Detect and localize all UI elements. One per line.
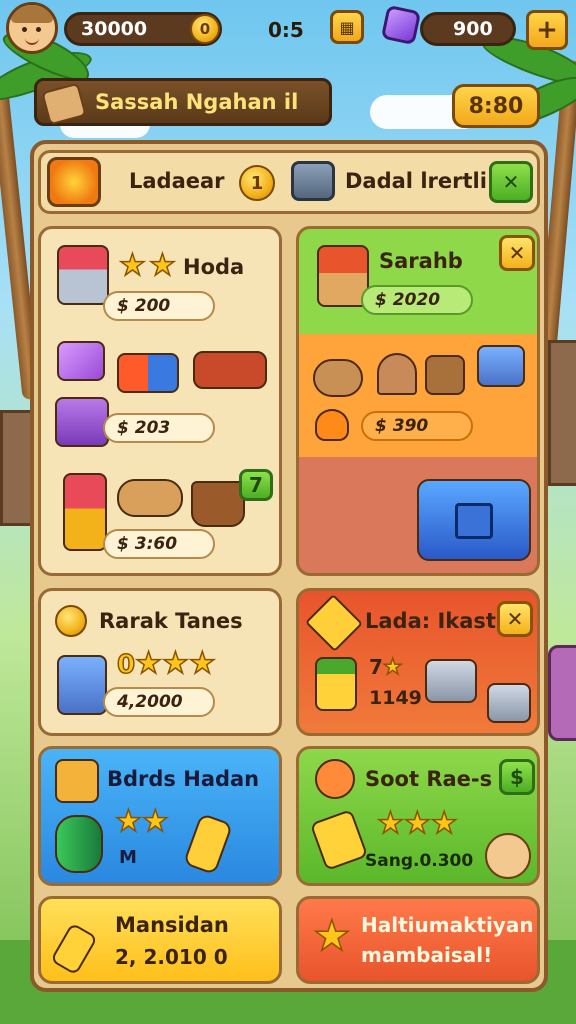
timer-text: 0:5 (268, 18, 304, 42)
cart-icon (291, 161, 335, 201)
fire-icon[interactable] (47, 157, 101, 207)
star-icon: ★ (148, 248, 176, 283)
gem-balance: 900 (420, 12, 516, 46)
soot-stars: ★★★ (376, 806, 458, 841)
haltiu-subtitle: mambaisal! (361, 943, 493, 967)
machine-icon (487, 683, 531, 723)
ladaikast-action-button[interactable]: ✕ (497, 601, 533, 637)
gem-amount: 900 (453, 18, 493, 40)
header-left-label: Ladaear (129, 169, 225, 193)
bag-icon (57, 341, 105, 381)
ladaikast-title: Lada: Ikast (365, 609, 496, 633)
bouquet-icon (63, 473, 107, 551)
ladaikast-value: 1149 (369, 687, 422, 709)
mansidan-value: 2, 2.010 0 (115, 945, 228, 969)
banner-title: Sassah Ngahan il (95, 90, 299, 114)
bowl-icon (315, 759, 355, 799)
scroll-icon (41, 82, 87, 126)
title-banner: Sassah Ngahan il (34, 78, 332, 126)
sarahb-title: Sarahb (379, 249, 463, 273)
mansidan-card[interactable]: Mansidan 2, 2.010 0 (38, 896, 282, 984)
sarahb-price-2[interactable]: $ 390 (361, 411, 473, 441)
hoda-title: Hoda (183, 255, 245, 279)
haltiu-card[interactable]: ★ Haltiumaktiyan mambaisal! (296, 896, 540, 984)
coin-amount: 30000 (81, 18, 148, 40)
rarak-price[interactable]: 4,2000 (103, 687, 215, 717)
pineapple-icon (315, 657, 357, 711)
gem-icon (380, 4, 422, 46)
header-action-button[interactable]: ✕ (489, 161, 533, 203)
ladaikast-card[interactable]: Lada: Ikast ✕ 7★ 1149 (296, 588, 540, 736)
bdrds-title: Bdrds Hadan (107, 767, 260, 791)
bdrds-code: M (119, 847, 137, 868)
crossed-tools-icon (305, 594, 363, 652)
bdrds-stars: ★★ (114, 804, 169, 839)
ladaikast-count: 7★ (369, 655, 403, 680)
sarahb-action-button[interactable]: ✕ (499, 235, 535, 271)
gear-box-icon (477, 345, 525, 387)
add-currency-button[interactable]: + (526, 10, 568, 50)
potion-icon (50, 922, 98, 976)
hoda-card[interactable]: ★ ★ Hoda $ 200 $ 203 7 $ 3:60 (38, 226, 282, 576)
timer-badge[interactable]: 8:80 (452, 84, 540, 128)
mushroom-icon (377, 353, 417, 395)
rarak-title: Rarak Tanes (99, 609, 243, 633)
orange-slice-icon (315, 409, 349, 441)
calendar-icon[interactable]: ▦ (330, 10, 364, 44)
mansidan-title: Mansidan (115, 913, 229, 937)
key-icon (182, 812, 234, 876)
coin-icon: 0 (190, 14, 220, 44)
purse-icon (55, 397, 109, 447)
potato-icon (313, 359, 363, 397)
robot-icon (425, 659, 477, 703)
box-icon (55, 759, 99, 803)
rarak-rating: 0★★★ (116, 646, 216, 681)
boot-icon (191, 481, 245, 527)
padlock-icon (57, 655, 107, 715)
horn-icon (117, 479, 183, 517)
pear-icon (55, 605, 87, 637)
hoda-price-2[interactable]: $ 203 (103, 413, 215, 443)
lantern-icon (55, 815, 103, 873)
sarahb-price-1[interactable]: $ 2020 (361, 285, 473, 315)
haltiu-title: Haltiumaktiyan (361, 913, 534, 937)
blocks-icon (117, 353, 179, 393)
star-icon: ★ (312, 911, 351, 960)
crate-icon (425, 355, 465, 395)
player-avatar[interactable] (6, 2, 58, 54)
toolbox-icon (417, 479, 531, 561)
soot-title: Soot Rae-s (365, 767, 493, 791)
hoda-price-1[interactable]: $ 200 (103, 291, 215, 321)
header-row: Ladaear 1 Dadal lrertli ✕ (38, 150, 540, 214)
flower-pot-icon (57, 245, 109, 305)
star-icon: ★ (118, 248, 146, 283)
soot-price: Sang.0.300 (365, 851, 474, 871)
soot-buy-button[interactable]: $ (499, 759, 535, 795)
header-right-label: Dadal lrertli (345, 169, 487, 193)
wagon-icon (193, 351, 267, 389)
merchant-avatar (485, 833, 531, 879)
rarak-card[interactable]: Rarak Tanes 0★★★ 4,2000 (38, 588, 282, 736)
sarahb-card[interactable]: Sarahb ✕ $ 2020 $ 390 (296, 226, 540, 576)
hoda-price-3[interactable]: $ 3:60 (103, 529, 215, 559)
header-count-badge: 1 (239, 165, 275, 201)
bdrds-card[interactable]: Bdrds Hadan ★★ M (38, 746, 282, 886)
hoda-level-badge[interactable]: 7 (239, 469, 273, 501)
flag-icon (309, 808, 369, 872)
soot-card[interactable]: Soot Rae-s $ ★★★ Sang.0.300 (296, 746, 540, 886)
